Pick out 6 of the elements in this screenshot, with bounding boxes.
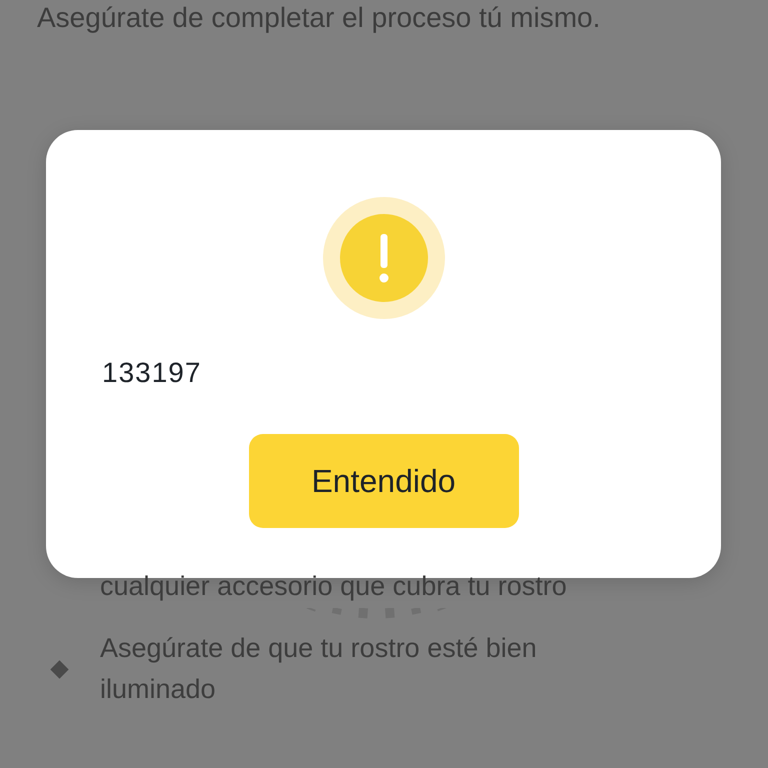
dialog-message: 133197	[102, 356, 202, 390]
tip-text: Asegúrate de que tu rostro esté bien iluminado	[100, 632, 538, 706]
instruction-text: Asegúrate de completar el proceso tú mismo.	[37, 1, 602, 35]
confirm-button[interactable]: Entendido	[248, 434, 518, 528]
tip-text: cualquier accesorio que cubra tu rostro	[100, 570, 567, 603]
warning-icon	[322, 197, 444, 319]
